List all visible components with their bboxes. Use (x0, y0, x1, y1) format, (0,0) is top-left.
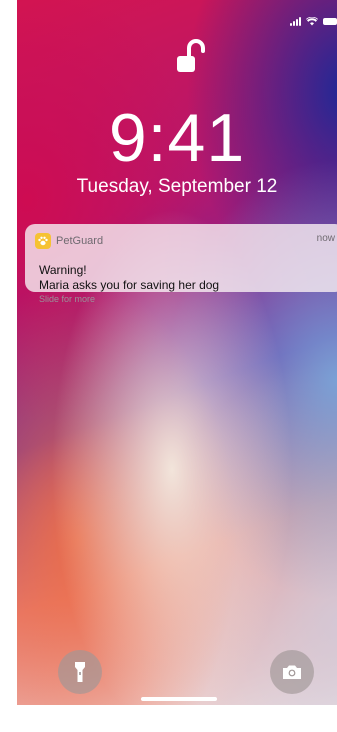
lock-time: 9:41 (108, 100, 246, 176)
camera-icon (283, 665, 301, 679)
notification-time: now (316, 233, 335, 244)
signal-bars-icon (290, 16, 301, 26)
lock-date: Tuesday, September 12 (76, 176, 278, 197)
battery-icon (323, 17, 337, 25)
flashlight-button[interactable] (58, 650, 102, 694)
camera-button[interactable] (270, 650, 314, 694)
flashlight-icon (75, 662, 85, 682)
status-bar (290, 14, 337, 28)
notification-title: Warning! (39, 263, 87, 277)
notification-hint: Slide for more (39, 294, 96, 304)
notification-body: Maria asks you for saving her dog (39, 278, 220, 292)
unlocked-padlock-icon (177, 39, 205, 72)
notification-card[interactable]: PetGuard now Warning! Maria asks you for… (25, 224, 337, 304)
notification-header: PetGuard now (35, 233, 335, 249)
wifi-icon (306, 16, 318, 25)
home-indicator[interactable] (141, 697, 217, 701)
notification-app-name: PetGuard (56, 235, 104, 247)
paw-icon (35, 233, 51, 249)
lock-screen: 9:41 Tuesday, September 12 PetGuard now … (17, 0, 337, 705)
